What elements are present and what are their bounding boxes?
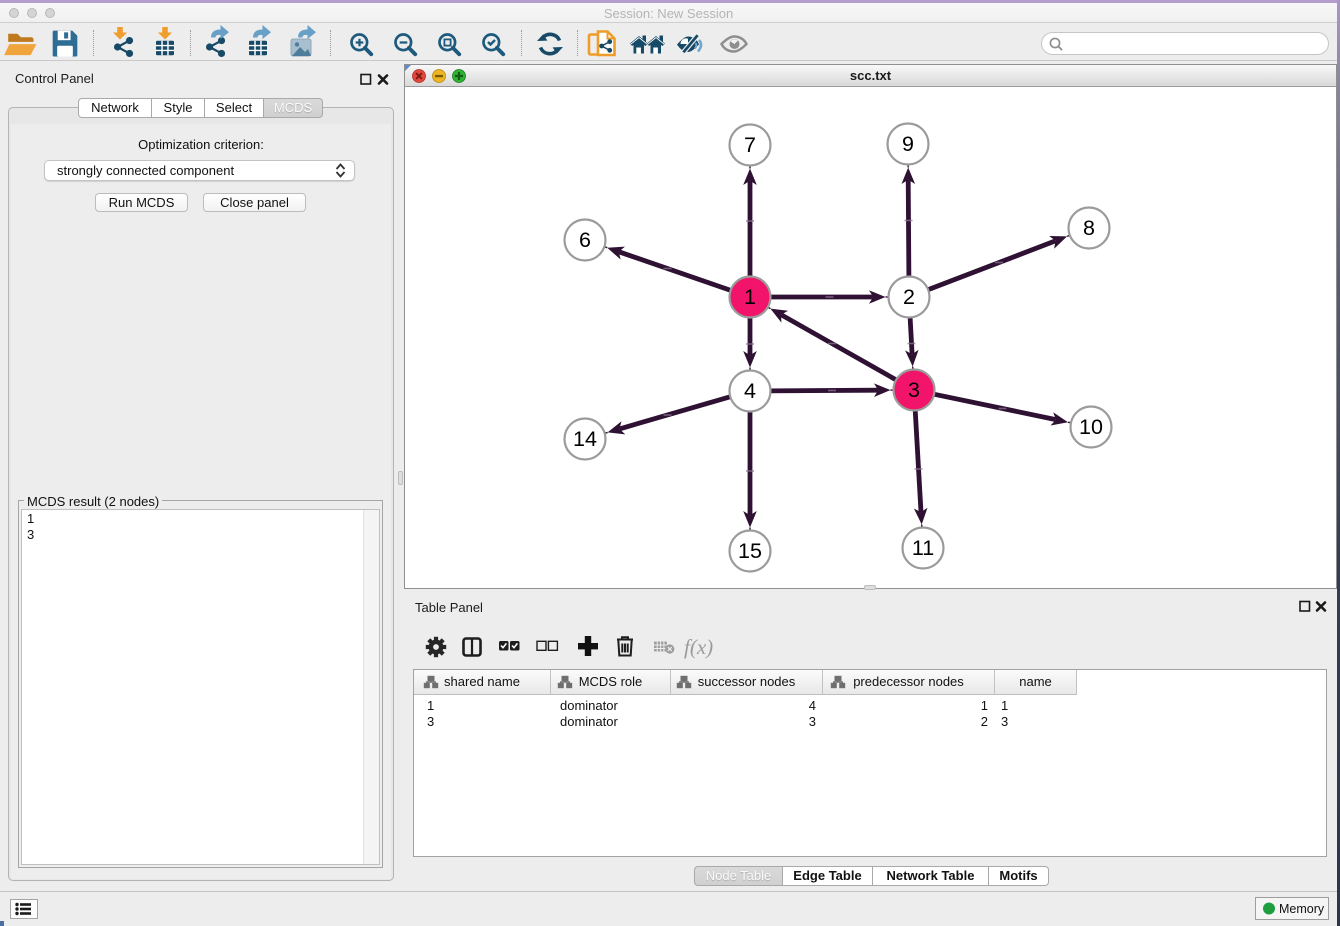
svg-text:15: 15: [738, 539, 762, 563]
svg-text:1: 1: [744, 285, 756, 309]
svg-text:14: 14: [573, 427, 597, 451]
svg-text:9: 9: [902, 132, 914, 156]
svg-text:6: 6: [579, 228, 591, 252]
svg-text:10: 10: [1079, 415, 1103, 439]
svg-text:11: 11: [912, 536, 934, 560]
svg-text:f(x): f(x): [684, 635, 713, 659]
svg-text:7: 7: [744, 133, 756, 157]
svg-text:2: 2: [903, 285, 915, 309]
svg-text:3: 3: [908, 378, 920, 402]
svg-text:8: 8: [1083, 216, 1095, 240]
svg-text:4: 4: [744, 379, 756, 403]
